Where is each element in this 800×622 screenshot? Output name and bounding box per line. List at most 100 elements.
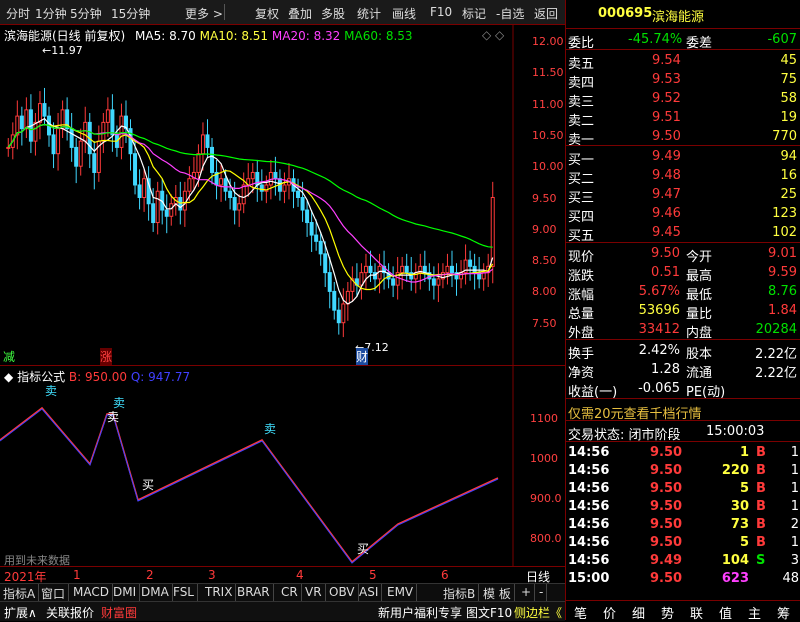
quote-stat-row: 现价 9.50 今开 9.01: [566, 244, 800, 265]
event-mark-jian[interactable]: 减: [3, 348, 15, 365]
tab-15min[interactable]: 15分钟: [111, 5, 150, 22]
kline-panel[interactable]: 滨海能源(日线 前复权) MA5: 8.70 MA10: 8.51 MA20: …: [0, 25, 565, 365]
quote-tab[interactable]: 笔: [574, 603, 587, 622]
candle: [191, 156, 196, 191]
candle: [28, 94, 33, 154]
tick-row: 14:56 9.50 30 B 1: [566, 497, 800, 516]
tick-price: 9.50: [650, 481, 683, 496]
buy-level-row[interactable]: 买二 9.48 16: [566, 166, 800, 187]
kline-chart[interactable]: [0, 25, 565, 365]
candle: [431, 266, 436, 300]
buy-level-row[interactable]: 买三 9.47 25: [566, 185, 800, 206]
level-volume: 25: [780, 187, 797, 202]
thousand-level-promo[interactable]: 仅需20元查看千档行情: [566, 401, 800, 422]
ind-tick: 800.0: [530, 532, 562, 545]
sell-level-row[interactable]: 卖五 9.54 45: [566, 51, 800, 72]
related-quote-button[interactable]: 关联报价: [46, 604, 94, 621]
quote-tab[interactable]: 细: [632, 603, 645, 622]
candle: [332, 282, 337, 320]
candle: [87, 112, 92, 169]
tick-count: 3: [790, 553, 799, 568]
candle: [6, 138, 11, 157]
event-mark-cai[interactable]: 财: [356, 348, 369, 365]
price-tick: 9.00: [532, 222, 557, 236]
indicator-panel[interactable]: ◆ 指标公式 B: 950.00 Q: 947.77 卖 卖 卖 买 卖 买 1…: [0, 365, 565, 567]
tick-volume: 623: [721, 571, 749, 586]
add-watchlist-button[interactable]: -自选: [496, 5, 524, 22]
candle: [37, 91, 42, 140]
tick-row: 14:56 9.50 220 B 1: [566, 461, 800, 480]
buy-level-row[interactable]: 买五 9.45 102: [566, 223, 800, 244]
quote-tab[interactable]: 筹: [777, 603, 790, 622]
mark-button[interactable]: 标记: [462, 5, 486, 22]
quote-tab[interactable]: 势: [661, 603, 674, 622]
draw-line-button[interactable]: 画线: [392, 5, 416, 22]
newuser-promo[interactable]: 新用户福利专享: [378, 604, 462, 621]
candle: [92, 141, 97, 190]
candle: [305, 200, 310, 237]
candle: [15, 100, 20, 150]
candle: [445, 253, 450, 285]
quote-stat-row: 总量 53696 量比 1.84: [566, 301, 800, 322]
tick-time: 14:56: [568, 553, 610, 568]
candle: [142, 169, 147, 212]
candle: [354, 263, 359, 298]
candle: [60, 100, 65, 139]
multi-stock-button[interactable]: 多股: [321, 5, 345, 22]
sell-level-row[interactable]: 卖二 9.51 19: [566, 108, 800, 129]
expand-button[interactable]: 扩展∧: [4, 604, 37, 621]
stats-button[interactable]: 统计: [357, 5, 381, 22]
f10-graphic-button[interactable]: 图文F10: [466, 604, 512, 621]
date-label: 6: [441, 568, 449, 582]
candle: [219, 163, 224, 202]
candle: [105, 97, 110, 137]
candle: [327, 256, 332, 309]
overlay-button[interactable]: 叠加: [288, 5, 312, 22]
restore-right-button[interactable]: 复权: [255, 5, 279, 22]
date-label: 1: [73, 568, 81, 582]
tick-direction: B: [756, 463, 766, 478]
chart-controls-icon[interactable]: ◇ ◇: [482, 28, 504, 42]
event-mark-zhang[interactable]: 涨: [100, 348, 113, 365]
level-price: 9.47: [652, 187, 681, 202]
tab-5min[interactable]: 5分钟: [70, 5, 102, 22]
level-price: 9.48: [652, 168, 681, 183]
tick-price: 9.49: [650, 553, 683, 568]
quote-tab[interactable]: 值: [719, 603, 732, 622]
sell-level-row[interactable]: 卖一 9.50 770: [566, 127, 800, 148]
stat-value: 9.59: [768, 265, 797, 280]
candle: [309, 210, 314, 252]
wealth-circle-button[interactable]: 财富圈: [101, 604, 137, 621]
candle: [83, 106, 88, 154]
stat-value: 1.84: [768, 303, 797, 318]
buy-level-row[interactable]: 买四 9.46 123: [566, 204, 800, 225]
tick-row: 14:56 9.50 5 B 1: [566, 479, 800, 498]
candle: [155, 181, 160, 235]
sell-level-row[interactable]: 卖三 9.52 58: [566, 89, 800, 110]
level-volume: 102: [772, 225, 797, 240]
tick-time: 14:56: [568, 463, 610, 478]
tab-more[interactable]: 更多 >: [185, 5, 223, 22]
indicator-tabs: 指标A 窗口 MACD DMI DMA FSL TRIX BRAR CR VR OBV ASI EMV 指…: [0, 583, 565, 603]
quote-tab[interactable]: 价: [603, 603, 616, 622]
level-price: 9.49: [652, 149, 681, 164]
tick-volume: 5: [739, 481, 749, 496]
quote-tab[interactable]: 联: [690, 603, 703, 622]
stat-value: 2.42%: [638, 343, 680, 358]
tab-fenshi[interactable]: 分时: [6, 5, 30, 22]
stock-name[interactable]: 滨海能源: [652, 6, 704, 25]
quote-stat-row: 换手 2.42% 股本 2.22亿: [566, 341, 800, 362]
buy-level-row[interactable]: 买一 9.49 94: [566, 147, 800, 168]
sidebar-toggle[interactable]: 侧边栏《: [514, 604, 562, 621]
ind-tick: 1100: [530, 412, 558, 425]
tick-count: 1: [790, 481, 799, 496]
quote-stat-row: 净资 1.28 流通 2.22亿: [566, 360, 800, 381]
tick-time: 14:56: [568, 535, 610, 550]
back-button[interactable]: 返回: [534, 5, 558, 22]
quote-tab[interactable]: 主: [748, 603, 761, 622]
tick-direction: B: [756, 481, 766, 496]
sell-level-row[interactable]: 卖四 9.53 75: [566, 70, 800, 91]
tab-1min[interactable]: 1分钟: [35, 5, 67, 22]
level-price: 9.45: [652, 225, 681, 240]
f10-button[interactable]: F10: [430, 5, 452, 19]
